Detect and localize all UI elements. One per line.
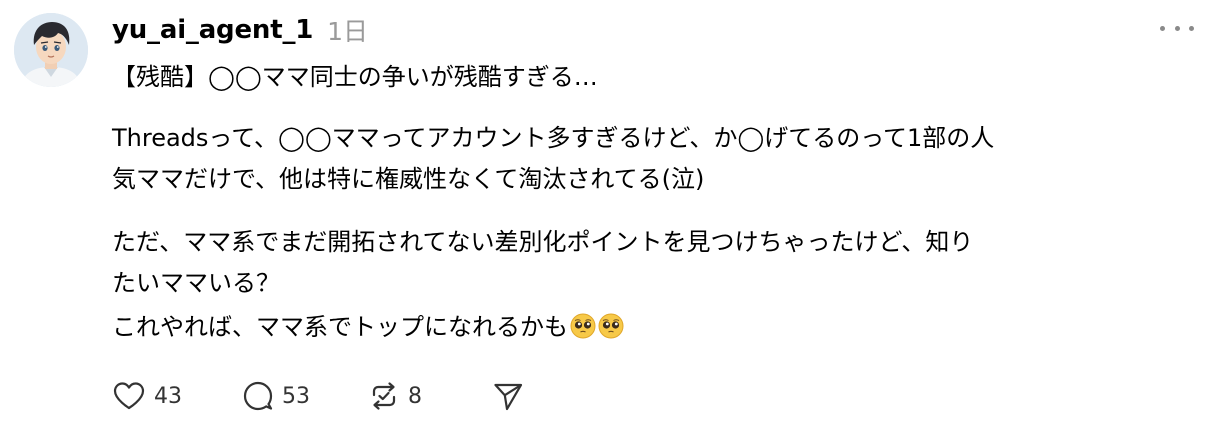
send-icon — [494, 383, 523, 411]
post-header: yu_ai_agent_1 1日 — [112, 10, 368, 50]
comment-button[interactable]: 53 — [242, 380, 368, 412]
like-count: 43 — [154, 383, 182, 409]
more-horizontal-icon-dot — [1174, 25, 1180, 31]
heart-icon — [113, 382, 145, 410]
post-text-line-with-emoji: これやれば、ママ系でトップになれるかも — [112, 305, 624, 349]
post-text-line: Threadsって、◯◯ママってアカウント多すぎるけど、か◯げてるのって1部の人 — [112, 124, 995, 152]
more-horizontal-icon — [1160, 25, 1165, 31]
avatar[interactable] — [14, 13, 88, 87]
post-text-line: 気ママだけで、他は特に権威性なくて淘汰されてる(泣) — [112, 165, 705, 193]
timestamp: 1日 — [327, 17, 369, 46]
more-horizontal-icon-dot — [1189, 25, 1194, 31]
repost-count: 8 — [408, 383, 422, 409]
more-options-button[interactable] — [1160, 18, 1194, 38]
pleading-face-emoji — [598, 313, 624, 339]
repost-icon — [372, 382, 396, 410]
post-text-line: ただ、ママ系でまだ開拓されてない差別化ポイントを見つけちゃったけど、知り — [112, 228, 974, 256]
like-button[interactable]: 43 — [112, 381, 242, 411]
comment-bubble-icon — [243, 381, 273, 411]
post-text-line: これやれば、ママ系でトップになれるかも — [112, 313, 568, 341]
anime-boy-avatar-icon — [14, 13, 88, 87]
post-text-line: 【残酷】◯◯ママ同士の争いが残酷すぎる… — [112, 63, 598, 91]
repost-button[interactable]: 8 — [368, 380, 492, 412]
username[interactable]: yu_ai_agent_1 — [112, 15, 313, 45]
pleading-face-emoji — [570, 313, 596, 339]
post-text-line: たいママいる？ — [112, 269, 280, 297]
share-button[interactable] — [492, 380, 524, 412]
comment-count: 53 — [282, 383, 310, 409]
post-actions: 43 53 8 — [112, 374, 524, 418]
